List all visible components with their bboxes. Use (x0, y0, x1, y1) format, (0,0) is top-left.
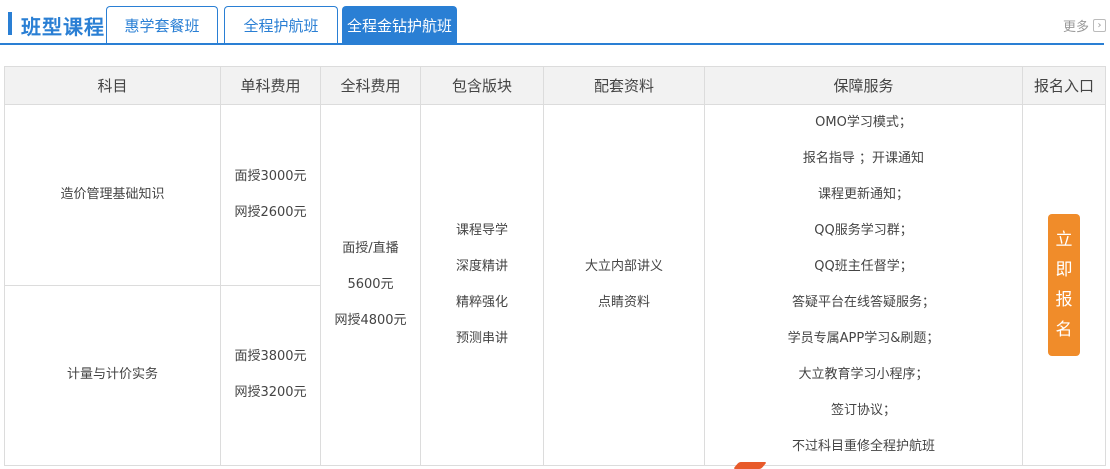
service-item: 答疑平台在线答疑服务； (791, 295, 935, 310)
chevron-right-icon: › (1093, 19, 1106, 32)
full-fee-offline: 5600元 (347, 277, 394, 292)
module-item: 课程导学 (455, 223, 508, 238)
services-cell: OMO学习模式； 报名指导 ；开课通知 课程更新通知； QQ服务学习群； QQ班… (704, 104, 1023, 466)
more-link[interactable]: 更多 › (1063, 16, 1106, 35)
col-header-subject: 科目 (4, 66, 221, 105)
single-fee-cell: 面授3000元 网授2600元 (220, 104, 321, 286)
col-header-modules: 包含版块 (420, 66, 544, 105)
decorative-stripe (733, 462, 767, 469)
course-header: 班型课程 惠学套餐班 全程护航班 全程金钻护航班 更多 › (0, 0, 1110, 46)
tab-full-escort[interactable]: 全程护航班 (224, 6, 338, 44)
col-header-signup: 报名入口 (1022, 66, 1106, 105)
fee-online: 网授3200元 (234, 385, 307, 401)
modules-cell: 课程导学 深度精讲 精粹强化 预测串讲 (420, 104, 544, 466)
fee-offline: 面授3800元 (234, 349, 307, 365)
full-fee-mode: 面授/直播 (342, 241, 399, 256)
subject-name: 造价管理基础知识 (4, 104, 221, 286)
col-header-full-fee: 全科费用 (320, 66, 421, 105)
table-header-row: 科目 单科费用 全科费用 包含版块 配套资料 保障服务 报名入口 (4, 66, 1106, 105)
service-item: 不过科目重修全程护航班 (791, 439, 935, 454)
material-item: 大立内部讲义 (584, 259, 663, 274)
tab-diamond-escort[interactable]: 全程金钻护航班 (342, 6, 457, 44)
module-item: 精粹强化 (455, 295, 508, 310)
module-item: 预测串讲 (455, 331, 508, 346)
course-table: 科目 单科费用 全科费用 包含版块 配套资料 保障服务 报名入口 造价管理基础知… (4, 66, 1106, 466)
service-item: 大立教育学习小程序； (798, 367, 929, 382)
signup-char: 报 (1055, 290, 1073, 310)
signup-char: 即 (1055, 260, 1073, 280)
col-header-services: 保障服务 (704, 66, 1023, 105)
full-fee-cell: 面授/直播 5600元 网授4800元 (320, 104, 421, 466)
signup-cell: 立 即 报 名 (1022, 104, 1106, 466)
materials-cell: 大立内部讲义 点睛资料 (543, 104, 705, 466)
service-item: QQ服务学习群； (814, 223, 913, 238)
full-fee-online: 网授4800元 (334, 313, 407, 328)
table-row: 造价管理基础知识 面授3000元 网授2600元 面授/直播 5600元 网授4… (4, 104, 1106, 466)
more-label: 更多 (1062, 20, 1089, 35)
col-header-single-fee: 单科费用 (220, 66, 321, 105)
module-item: 深度精讲 (455, 259, 508, 274)
service-item: QQ班主任督学； (814, 259, 913, 274)
service-item: 签订协议； (830, 403, 896, 418)
service-item: 学员专属APP学习&刷题； (787, 331, 940, 346)
subject-name: 计量与计价实务 (4, 284, 221, 466)
col-header-materials: 配套资料 (543, 66, 705, 105)
signup-char: 名 (1055, 320, 1073, 340)
service-item: 报名指导 ；开课通知 (802, 151, 925, 166)
section-title: 班型课程 (21, 15, 105, 39)
service-item: 课程更新通知； (817, 187, 909, 202)
single-fee-cell: 面授3800元 网授3200元 (220, 284, 321, 466)
fee-offline: 面授3000元 (234, 168, 307, 184)
material-item: 点睛资料 (597, 295, 650, 310)
title-accent-bar (8, 12, 12, 35)
signup-button[interactable]: 立 即 报 名 (1048, 214, 1080, 356)
header-divider (0, 43, 1104, 45)
fee-online: 网授2600元 (234, 204, 307, 220)
tab-discount-package[interactable]: 惠学套餐班 (106, 6, 218, 44)
service-item: OMO学习模式； (815, 115, 912, 130)
signup-char: 立 (1055, 230, 1073, 250)
